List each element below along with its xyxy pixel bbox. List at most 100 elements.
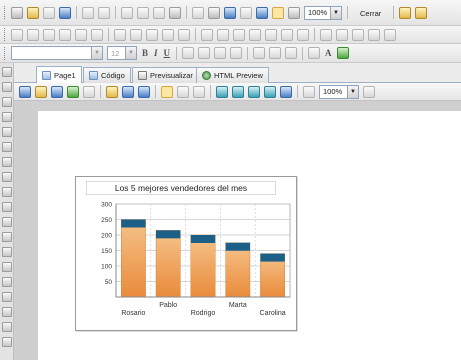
shape-tool-icon[interactable] bbox=[2, 127, 12, 137]
font-size-select[interactable]: 12 ▼ bbox=[107, 46, 137, 60]
undo-icon[interactable] bbox=[82, 6, 94, 19]
chart-bar-icon[interactable] bbox=[216, 85, 228, 98]
preview-icon[interactable] bbox=[288, 6, 300, 19]
document-icon[interactable] bbox=[43, 6, 55, 19]
insert-column-icon[interactable] bbox=[43, 28, 55, 41]
chevron-down-icon[interactable]: ▼ bbox=[125, 47, 136, 59]
frame-icon[interactable] bbox=[122, 85, 134, 98]
copy-page-icon[interactable] bbox=[106, 85, 118, 98]
anchor-icon[interactable] bbox=[265, 28, 277, 41]
tab-codigo[interactable]: Código bbox=[83, 67, 131, 83]
bar-chart-object[interactable]: 50 100 150 200 250 300 Rosario Pablo Rodrigo Mart… bbox=[75, 176, 297, 331]
chart-settings-icon[interactable] bbox=[280, 85, 292, 98]
chevron-down-icon[interactable]: ▼ bbox=[330, 6, 341, 19]
delete-row-icon[interactable] bbox=[59, 28, 71, 41]
pointer-icon[interactable] bbox=[2, 67, 12, 77]
insert-icon[interactable] bbox=[67, 85, 79, 98]
layer-tool-icon[interactable] bbox=[2, 292, 12, 302]
close-button[interactable]: Cerrar bbox=[354, 6, 387, 20]
chevron-down-icon[interactable]: ▼ bbox=[91, 47, 102, 59]
hyperlink-icon[interactable] bbox=[297, 28, 309, 41]
merge-cells-icon[interactable] bbox=[91, 28, 103, 41]
redo-icon[interactable] bbox=[98, 6, 110, 19]
columns-icon[interactable] bbox=[138, 85, 150, 98]
indent-icon[interactable] bbox=[285, 47, 298, 59]
underline-button[interactable]: U bbox=[164, 48, 171, 58]
link-icon[interactable] bbox=[217, 28, 229, 41]
view-mode-icon[interactable] bbox=[272, 6, 284, 19]
special-char-icon[interactable] bbox=[281, 28, 293, 41]
button-icon[interactable] bbox=[368, 28, 380, 41]
font-color-button[interactable]: A bbox=[325, 48, 332, 58]
unlink-icon[interactable] bbox=[233, 28, 245, 41]
border-icon[interactable] bbox=[162, 28, 174, 41]
settings-icon[interactable] bbox=[415, 6, 428, 19]
highlight-icon[interactable] bbox=[336, 47, 349, 59]
align-icon[interactable] bbox=[240, 6, 252, 19]
italic-button[interactable]: I bbox=[154, 48, 158, 58]
save-icon[interactable] bbox=[59, 6, 71, 19]
tab-previsualizar[interactable]: Previsualizar bbox=[132, 67, 199, 83]
copy-icon[interactable] bbox=[137, 6, 149, 19]
split-cell-icon[interactable] bbox=[114, 28, 126, 41]
form-tool-icon[interactable] bbox=[2, 172, 12, 182]
delete-column-icon[interactable] bbox=[75, 28, 87, 41]
toolbar-grip[interactable] bbox=[4, 28, 7, 41]
cell-properties-icon[interactable] bbox=[130, 28, 142, 41]
delete-icon[interactable] bbox=[169, 6, 181, 19]
numbered-list-icon[interactable] bbox=[253, 47, 266, 59]
chart-pie-icon[interactable] bbox=[264, 85, 276, 98]
new-page-icon[interactable] bbox=[19, 85, 31, 98]
toolbar-grip[interactable] bbox=[4, 6, 7, 19]
pencil-icon[interactable] bbox=[2, 97, 12, 107]
dropdown-tool-icon[interactable] bbox=[83, 85, 95, 98]
window-icon[interactable] bbox=[256, 6, 268, 19]
frame-tool-icon[interactable] bbox=[2, 277, 12, 287]
shading-icon[interactable] bbox=[178, 28, 190, 41]
form-icon[interactable] bbox=[352, 28, 364, 41]
tab-html-preview[interactable]: HTML Preview bbox=[196, 67, 269, 83]
script-tool-icon[interactable] bbox=[2, 322, 12, 332]
radio-tool-icon[interactable] bbox=[2, 202, 12, 212]
hand-icon[interactable] bbox=[177, 85, 189, 98]
justify-icon[interactable] bbox=[230, 47, 243, 59]
grid-icon[interactable] bbox=[208, 6, 220, 19]
chart-area-icon[interactable] bbox=[248, 85, 260, 98]
bookmark-icon[interactable] bbox=[249, 28, 261, 41]
button-tool-icon[interactable] bbox=[2, 217, 12, 227]
properties-icon[interactable] bbox=[399, 6, 412, 19]
chevron-down-icon[interactable]: ▼ bbox=[347, 85, 358, 98]
save-page-icon[interactable] bbox=[51, 85, 63, 98]
toolbar-grip[interactable] bbox=[4, 46, 7, 60]
chart-tool-icon[interactable] bbox=[2, 337, 12, 347]
bold-button[interactable]: B bbox=[142, 48, 148, 58]
align-left-icon[interactable] bbox=[182, 47, 195, 59]
insert-table-icon[interactable] bbox=[11, 28, 23, 41]
combo-tool-icon[interactable] bbox=[2, 262, 12, 272]
open-folder-icon[interactable] bbox=[27, 6, 39, 19]
editor-zoom-select[interactable]: 100% ▼ bbox=[319, 84, 359, 99]
table-tool-icon[interactable] bbox=[2, 157, 12, 167]
image-icon[interactable] bbox=[201, 28, 213, 41]
checkbox-tool-icon[interactable] bbox=[2, 187, 12, 197]
zoom-out-icon[interactable] bbox=[303, 85, 315, 98]
chart-line-icon[interactable] bbox=[232, 85, 244, 98]
textfield-tool-icon[interactable] bbox=[2, 232, 12, 242]
checkbox-icon[interactable] bbox=[320, 28, 332, 41]
listbox-tool-icon[interactable] bbox=[2, 247, 12, 257]
media-tool-icon[interactable] bbox=[2, 307, 12, 317]
line-tool-icon[interactable] bbox=[2, 112, 12, 122]
new-document-icon[interactable] bbox=[11, 6, 23, 19]
textbox-icon[interactable] bbox=[336, 28, 348, 41]
bullet-list-icon[interactable] bbox=[269, 47, 282, 59]
select-all-icon[interactable] bbox=[192, 6, 204, 19]
paste-icon[interactable] bbox=[153, 6, 165, 19]
image-tool-icon[interactable] bbox=[2, 142, 12, 152]
align-right-icon[interactable] bbox=[214, 47, 227, 59]
tab-page1[interactable]: Page1 bbox=[36, 66, 82, 83]
cut-icon[interactable] bbox=[121, 6, 133, 19]
font-family-select[interactable]: ▼ bbox=[11, 46, 103, 60]
layout-icon[interactable] bbox=[224, 6, 236, 19]
select-pointer-icon[interactable] bbox=[161, 85, 173, 98]
binoculars-icon[interactable] bbox=[193, 85, 205, 98]
